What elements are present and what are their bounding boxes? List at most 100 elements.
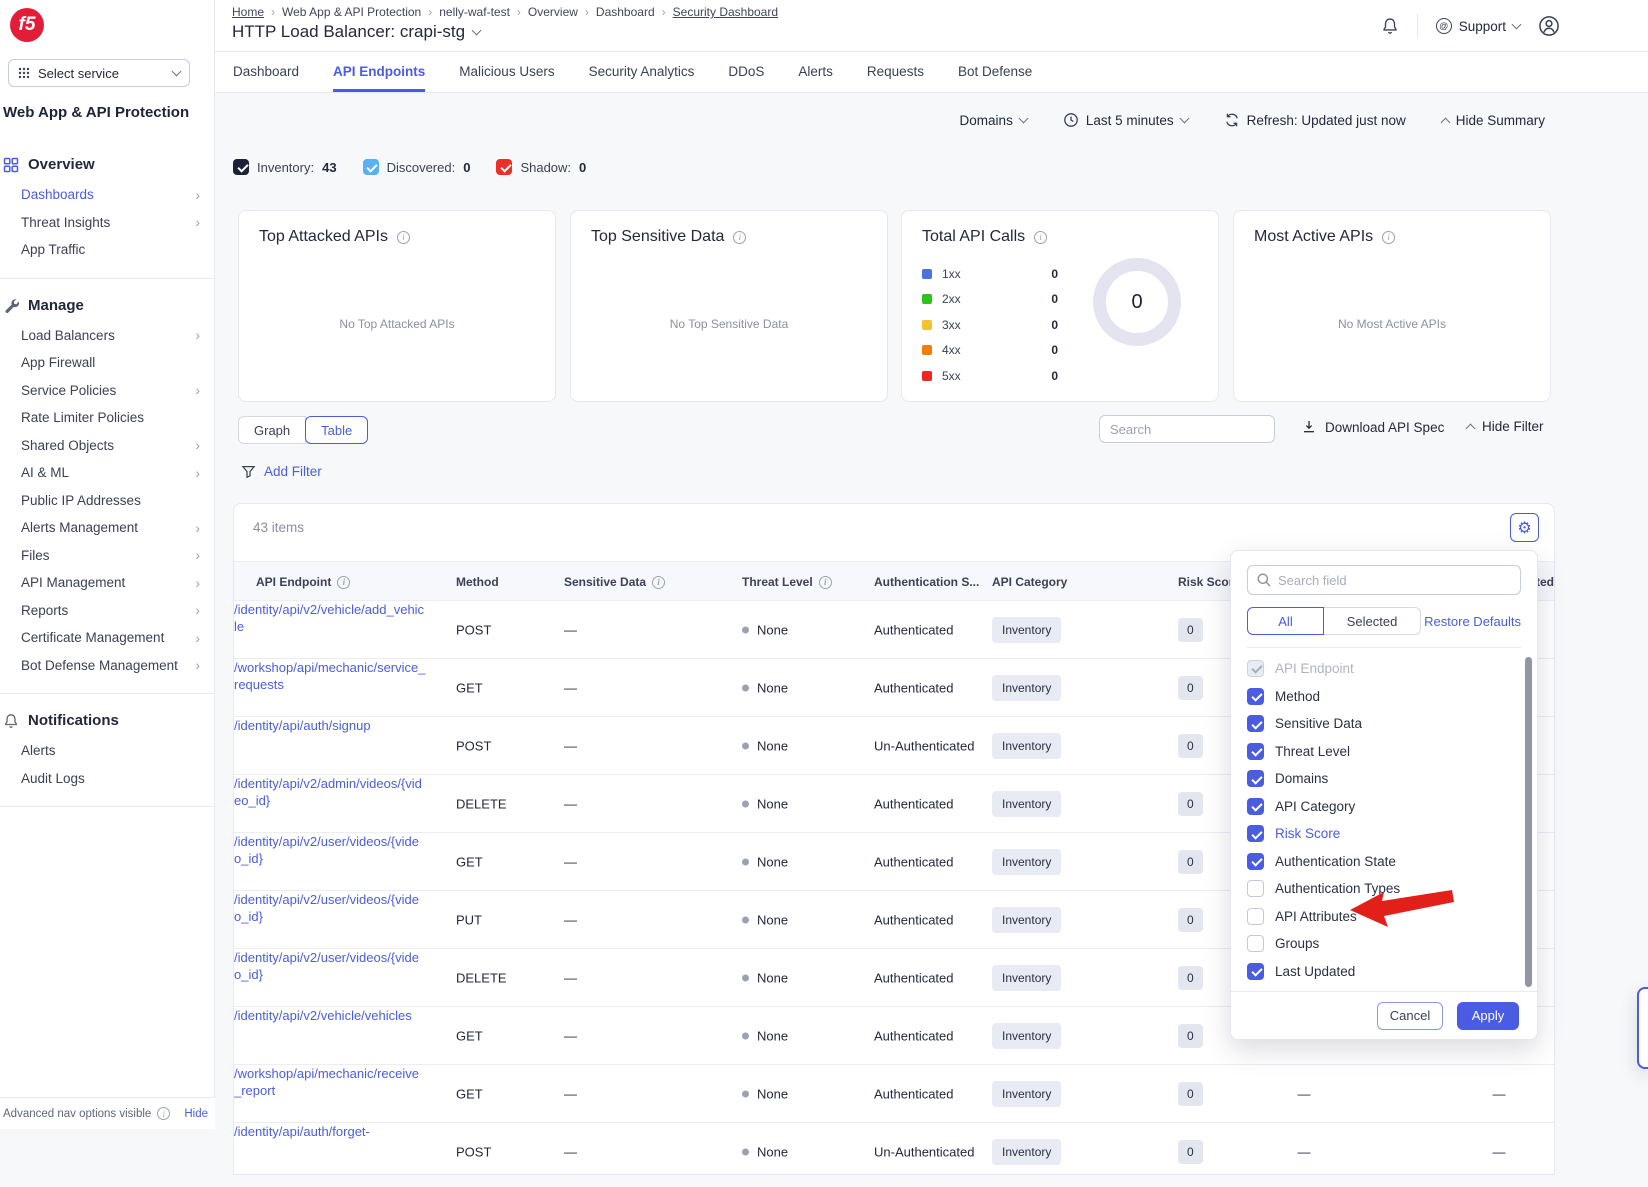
panel-scrollbar[interactable] (1525, 657, 1532, 987)
chevron-down-icon (1179, 114, 1189, 124)
sidebar-item[interactable]: Audit Logs (0, 765, 214, 793)
endpoint-link[interactable]: /identity/api/v2/vehicle/vehicles (234, 1007, 426, 1024)
info-icon[interactable]: i (157, 1107, 170, 1120)
info-icon[interactable]: i (397, 231, 410, 244)
endpoint-link[interactable]: /workshop/api/mechanic/receive_report (234, 1065, 426, 1099)
info-icon[interactable]: i (1034, 231, 1047, 244)
breadcrumb-link[interactable]: Home (232, 5, 264, 19)
header-sensitive-data[interactable]: Sensitive Datai (564, 562, 665, 602)
breadcrumb-link[interactable]: Overview (528, 5, 578, 19)
breadcrumb-link[interactable]: Web App & API Protection (282, 5, 421, 19)
domains-dropdown[interactable]: Domains (960, 113, 1027, 128)
info-icon[interactable]: i (1382, 231, 1395, 244)
graph-view-button[interactable]: Graph (238, 416, 306, 444)
endpoint-link[interactable]: /identity/api/auth/signup (234, 717, 426, 734)
hide-filter-button[interactable]: Hide Filter (1467, 419, 1544, 434)
sidebar-item[interactable]: Reports › (0, 597, 214, 625)
tab[interactable]: API Endpoints (333, 52, 425, 92)
endpoint-link[interactable]: /identity/api/v2/user/videos/{video_id} (234, 833, 426, 867)
apply-button[interactable]: Apply (1457, 1002, 1519, 1030)
sidebar-item[interactable]: AI & ML › (0, 459, 214, 487)
endpoint-link[interactable]: /workshop/api/mechanic/service_requests (234, 659, 426, 693)
title-chevron-icon[interactable] (472, 26, 482, 36)
sidebar-item[interactable]: Load Balancers › (0, 322, 214, 350)
info-icon[interactable]: i (337, 576, 350, 589)
column-option[interactable]: API Endpoint (1247, 655, 1513, 683)
sidebar-item[interactable]: Files › (0, 542, 214, 570)
f5-logo[interactable]: f5 (10, 8, 44, 42)
counter-checkbox[interactable]: Discovered: 0 (363, 159, 471, 175)
tab[interactable]: Requests (867, 52, 924, 92)
endpoint-link[interactable]: /identity/api/v2/user/videos/{video_id} (234, 949, 426, 983)
sidebar-item[interactable]: Alerts Management › (0, 514, 214, 542)
column-option[interactable]: Sensitive Data (1247, 710, 1513, 738)
sidebar-item[interactable]: Rate Limiter Policies (0, 404, 214, 432)
select-service-dropdown[interactable]: Select service (8, 59, 190, 87)
time-range-dropdown[interactable]: Last 5 minutes (1063, 112, 1188, 128)
breadcrumb-link[interactable]: Security Dashboard (673, 5, 778, 19)
api-category-cell: Inventory (992, 1139, 1061, 1165)
counter-value: 43 (322, 160, 336, 175)
column-option[interactable]: Domains (1247, 765, 1513, 793)
info-icon[interactable]: i (819, 576, 832, 589)
column-option[interactable]: Method (1247, 683, 1513, 711)
sidebar-item[interactable]: Public IP Addresses (0, 487, 214, 515)
column-option[interactable]: Authentication State (1247, 848, 1513, 876)
tab[interactable]: Alerts (798, 52, 833, 92)
endpoint-link[interactable]: /identity/api/auth/forget- (234, 1123, 426, 1140)
column-option[interactable]: Last Updated (1247, 958, 1513, 986)
field-search-input[interactable] (1247, 565, 1521, 595)
download-api-spec-button[interactable]: Download API Spec (1301, 419, 1444, 435)
cancel-button[interactable]: Cancel (1377, 1002, 1443, 1030)
column-option[interactable]: Groups (1247, 930, 1513, 958)
sidebar-item[interactable]: Certificate Management › (0, 624, 214, 652)
hide-summary-button[interactable]: Hide Summary (1442, 113, 1545, 128)
tab[interactable]: Malicious Users (459, 52, 554, 92)
sidebar-item[interactable]: App Traffic (0, 236, 214, 264)
table-view-button[interactable]: Table (305, 416, 368, 444)
sidebar-item[interactable]: Threat Insights › (0, 209, 214, 237)
legend-value: 0 (1051, 318, 1058, 332)
info-icon[interactable]: i (652, 576, 665, 589)
info-icon[interactable]: i (733, 231, 746, 244)
account-avatar-icon[interactable] (1538, 15, 1560, 37)
sidebar-item[interactable]: API Management › (0, 569, 214, 597)
filter-all-button[interactable]: All (1247, 607, 1324, 635)
sidebar-item[interactable]: Shared Objects › (0, 432, 214, 460)
search-input[interactable] (1099, 415, 1275, 443)
sidebar-item[interactable]: Service Policies › (0, 377, 214, 405)
sidebar-item[interactable]: App Firewall (0, 349, 214, 377)
tab[interactable]: Security Analytics (589, 52, 695, 92)
add-filter-button[interactable]: Add Filter (241, 464, 322, 479)
sidebar-item[interactable]: Bot Defense Management › (0, 652, 214, 680)
restore-defaults-link[interactable]: Restore Defaults (1424, 614, 1521, 629)
tab[interactable]: Dashboard (233, 52, 299, 92)
filter-selected-button[interactable]: Selected (1324, 607, 1421, 635)
tab[interactable]: DDoS (728, 52, 764, 92)
hide-nav-link[interactable]: Hide (184, 1108, 208, 1120)
support-menu[interactable]: @ Support (1436, 18, 1520, 34)
tab[interactable]: Bot Defense (958, 52, 1032, 92)
column-option-label: API Endpoint (1275, 661, 1354, 676)
sidebar-item[interactable]: Alerts (0, 737, 214, 765)
column-option[interactable]: Risk Score (1247, 820, 1513, 848)
breadcrumb-link[interactable]: nelly-waf-test (439, 5, 510, 19)
column-option-label: Authentication State (1275, 854, 1396, 869)
header-api-category[interactable]: API Category (992, 562, 1067, 602)
sidebar-item[interactable]: Dashboards › (0, 181, 214, 209)
header-method[interactable]: Method (456, 562, 499, 602)
notifications-bell-icon[interactable] (1381, 16, 1399, 36)
column-settings-button[interactable]: ⚙ (1510, 513, 1539, 542)
column-option[interactable]: Threat Level (1247, 738, 1513, 766)
endpoint-link[interactable]: /identity/api/v2/admin/videos/{video_id} (234, 775, 426, 809)
endpoint-link[interactable]: /identity/api/v2/vehicle/add_vehicle (234, 601, 426, 635)
refresh-button[interactable]: Refresh: Updated just now (1224, 112, 1406, 128)
header-api-endpoint[interactable]: API Endpointi (256, 562, 350, 602)
header-threat-level[interactable]: Threat Leveli (742, 562, 832, 602)
counter-checkbox[interactable]: Shadow: 0 (496, 159, 586, 175)
endpoint-link[interactable]: /identity/api/v2/user/videos/{video_id} (234, 891, 426, 925)
header-authentication-state[interactable]: Authentication S... (874, 562, 979, 602)
counter-checkbox[interactable]: Inventory: 43 (233, 159, 337, 175)
column-option[interactable]: API Category (1247, 793, 1513, 821)
breadcrumb-link[interactable]: Dashboard (596, 5, 655, 19)
